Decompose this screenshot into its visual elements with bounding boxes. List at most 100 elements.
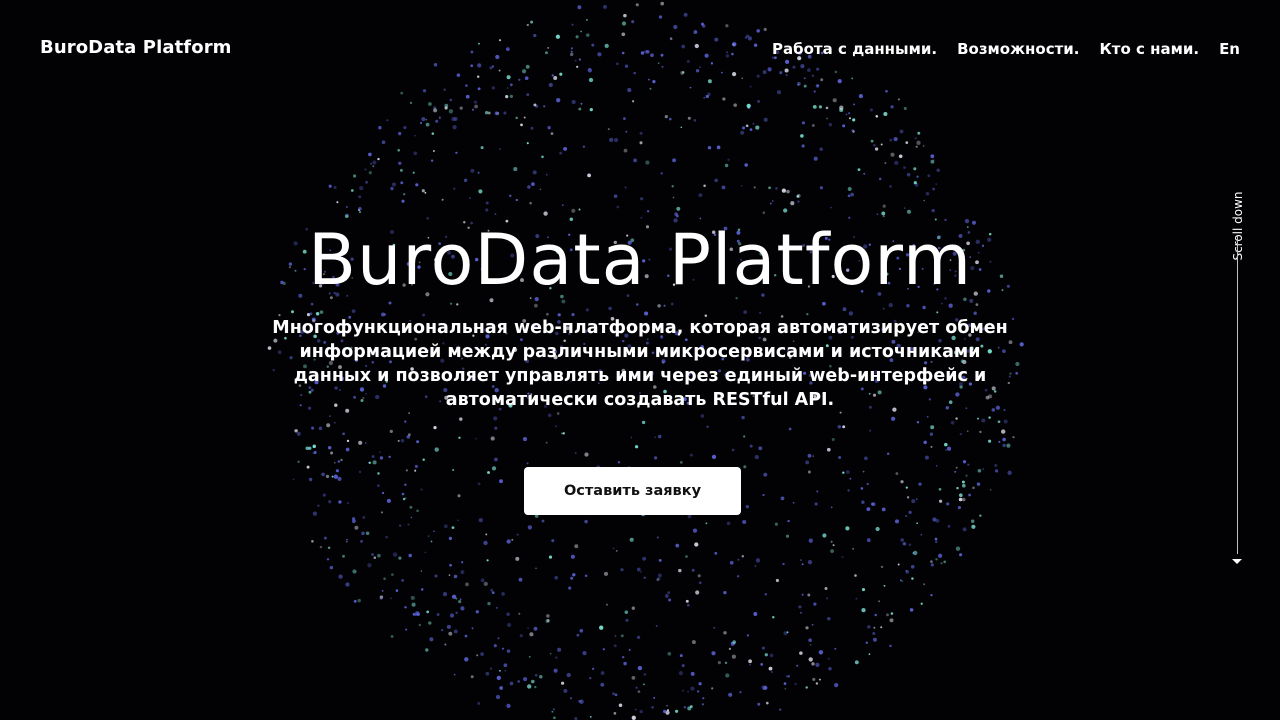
particle-dot <box>725 24 729 28</box>
particle-dot <box>914 137 917 140</box>
particle-dot <box>397 439 400 442</box>
particle-dot <box>421 117 426 122</box>
particle-dot <box>459 106 463 110</box>
particle-dot <box>377 157 380 161</box>
particle-dot <box>485 208 489 212</box>
particle-dot <box>749 85 752 88</box>
particle-dot <box>571 99 576 105</box>
particle-dot <box>976 482 981 486</box>
particle-dot <box>494 213 497 215</box>
particle-dot <box>600 682 605 687</box>
particle-dot <box>570 697 572 700</box>
particle-dot <box>526 93 530 96</box>
particle-dot <box>578 58 581 61</box>
particle-dot <box>935 465 938 467</box>
particle-dot <box>468 196 472 200</box>
particle-dot <box>477 63 482 68</box>
scroll-down-indicator[interactable]: Scroll down <box>1226 150 1250 570</box>
particle-dot <box>506 703 511 709</box>
particle-dot <box>926 415 929 418</box>
particle-dot <box>515 198 518 202</box>
particle-dot <box>518 612 521 615</box>
particle-dot <box>880 626 883 629</box>
particle-dot <box>1012 436 1015 439</box>
particle-dot <box>705 94 709 99</box>
particle-dot <box>962 497 966 502</box>
particle-dot <box>763 688 765 691</box>
particle-dot <box>333 474 338 479</box>
particle-dot <box>321 472 325 477</box>
particle-dot <box>523 677 528 682</box>
particle-dot <box>456 303 459 306</box>
particle-dot <box>687 116 691 120</box>
particle-dot <box>358 440 363 445</box>
particle-dot <box>755 558 761 563</box>
submit-request-button[interactable]: Оставить заявку <box>524 467 741 515</box>
particle-dot <box>402 497 406 501</box>
particle-dot <box>854 660 859 665</box>
particle-dot <box>477 171 480 174</box>
particle-dot <box>864 456 868 461</box>
nav-link-partners[interactable]: Кто с нами. <box>1100 40 1200 58</box>
particle-dot <box>381 491 385 495</box>
nav-link-data[interactable]: Работа с данными. <box>772 40 937 58</box>
particle-dot <box>937 553 943 558</box>
particle-dot <box>559 151 563 155</box>
particle-dot <box>915 498 918 501</box>
particle-dot <box>410 516 413 519</box>
particle-dot <box>745 505 749 509</box>
particle-dot <box>882 204 886 208</box>
particle-dot <box>357 598 361 603</box>
particle-dot <box>606 603 608 606</box>
particle-dot <box>678 671 683 676</box>
particle-dot <box>855 597 858 600</box>
particle-dot <box>847 187 852 191</box>
particle-dot <box>420 488 423 491</box>
particle-dot <box>392 552 398 557</box>
site-logo[interactable]: BuroData Platform <box>40 37 232 58</box>
particle-dot <box>433 108 438 113</box>
particle-dot <box>453 673 456 676</box>
particle-dot <box>689 453 693 457</box>
particle-dot <box>478 42 480 45</box>
nav-link-features[interactable]: Возможности. <box>957 40 1079 58</box>
particle-dot <box>553 76 558 80</box>
particle-dot <box>553 668 558 673</box>
particle-dot <box>946 502 950 506</box>
particle-dot <box>477 701 481 705</box>
particle-dot <box>686 603 690 607</box>
particle-dot <box>420 588 424 591</box>
particle-dot <box>732 43 735 46</box>
particle-dot <box>415 183 419 187</box>
particle-dot <box>915 145 918 148</box>
particle-dot <box>722 97 726 101</box>
particle-dot <box>658 558 662 562</box>
particle-dot <box>897 98 900 101</box>
particle-dot <box>509 83 513 87</box>
particle-dot <box>433 530 435 533</box>
particle-dot <box>612 692 616 696</box>
particle-dot <box>400 438 405 443</box>
particle-dot <box>377 472 380 475</box>
particle-dot <box>775 578 779 583</box>
particle-dot <box>685 599 689 603</box>
particle-dot <box>894 519 900 524</box>
particle-dot <box>561 432 563 435</box>
particle-dot <box>532 170 537 175</box>
particle-dot <box>731 654 736 659</box>
particle-dot <box>660 1 665 6</box>
language-switch[interactable]: En <box>1219 40 1240 58</box>
particle-dot <box>398 556 402 560</box>
particle-dot <box>681 44 686 49</box>
particle-dot <box>623 661 627 666</box>
particle-dot <box>765 701 769 705</box>
particle-dot <box>319 545 323 549</box>
particle-dot <box>848 117 852 120</box>
particle-dot <box>852 548 854 550</box>
particle-dot <box>878 600 880 603</box>
particle-dot <box>723 590 727 595</box>
particle-dot <box>938 499 943 503</box>
particle-dot <box>616 62 619 66</box>
particle-dot <box>400 91 404 95</box>
particle-dot <box>900 480 904 484</box>
